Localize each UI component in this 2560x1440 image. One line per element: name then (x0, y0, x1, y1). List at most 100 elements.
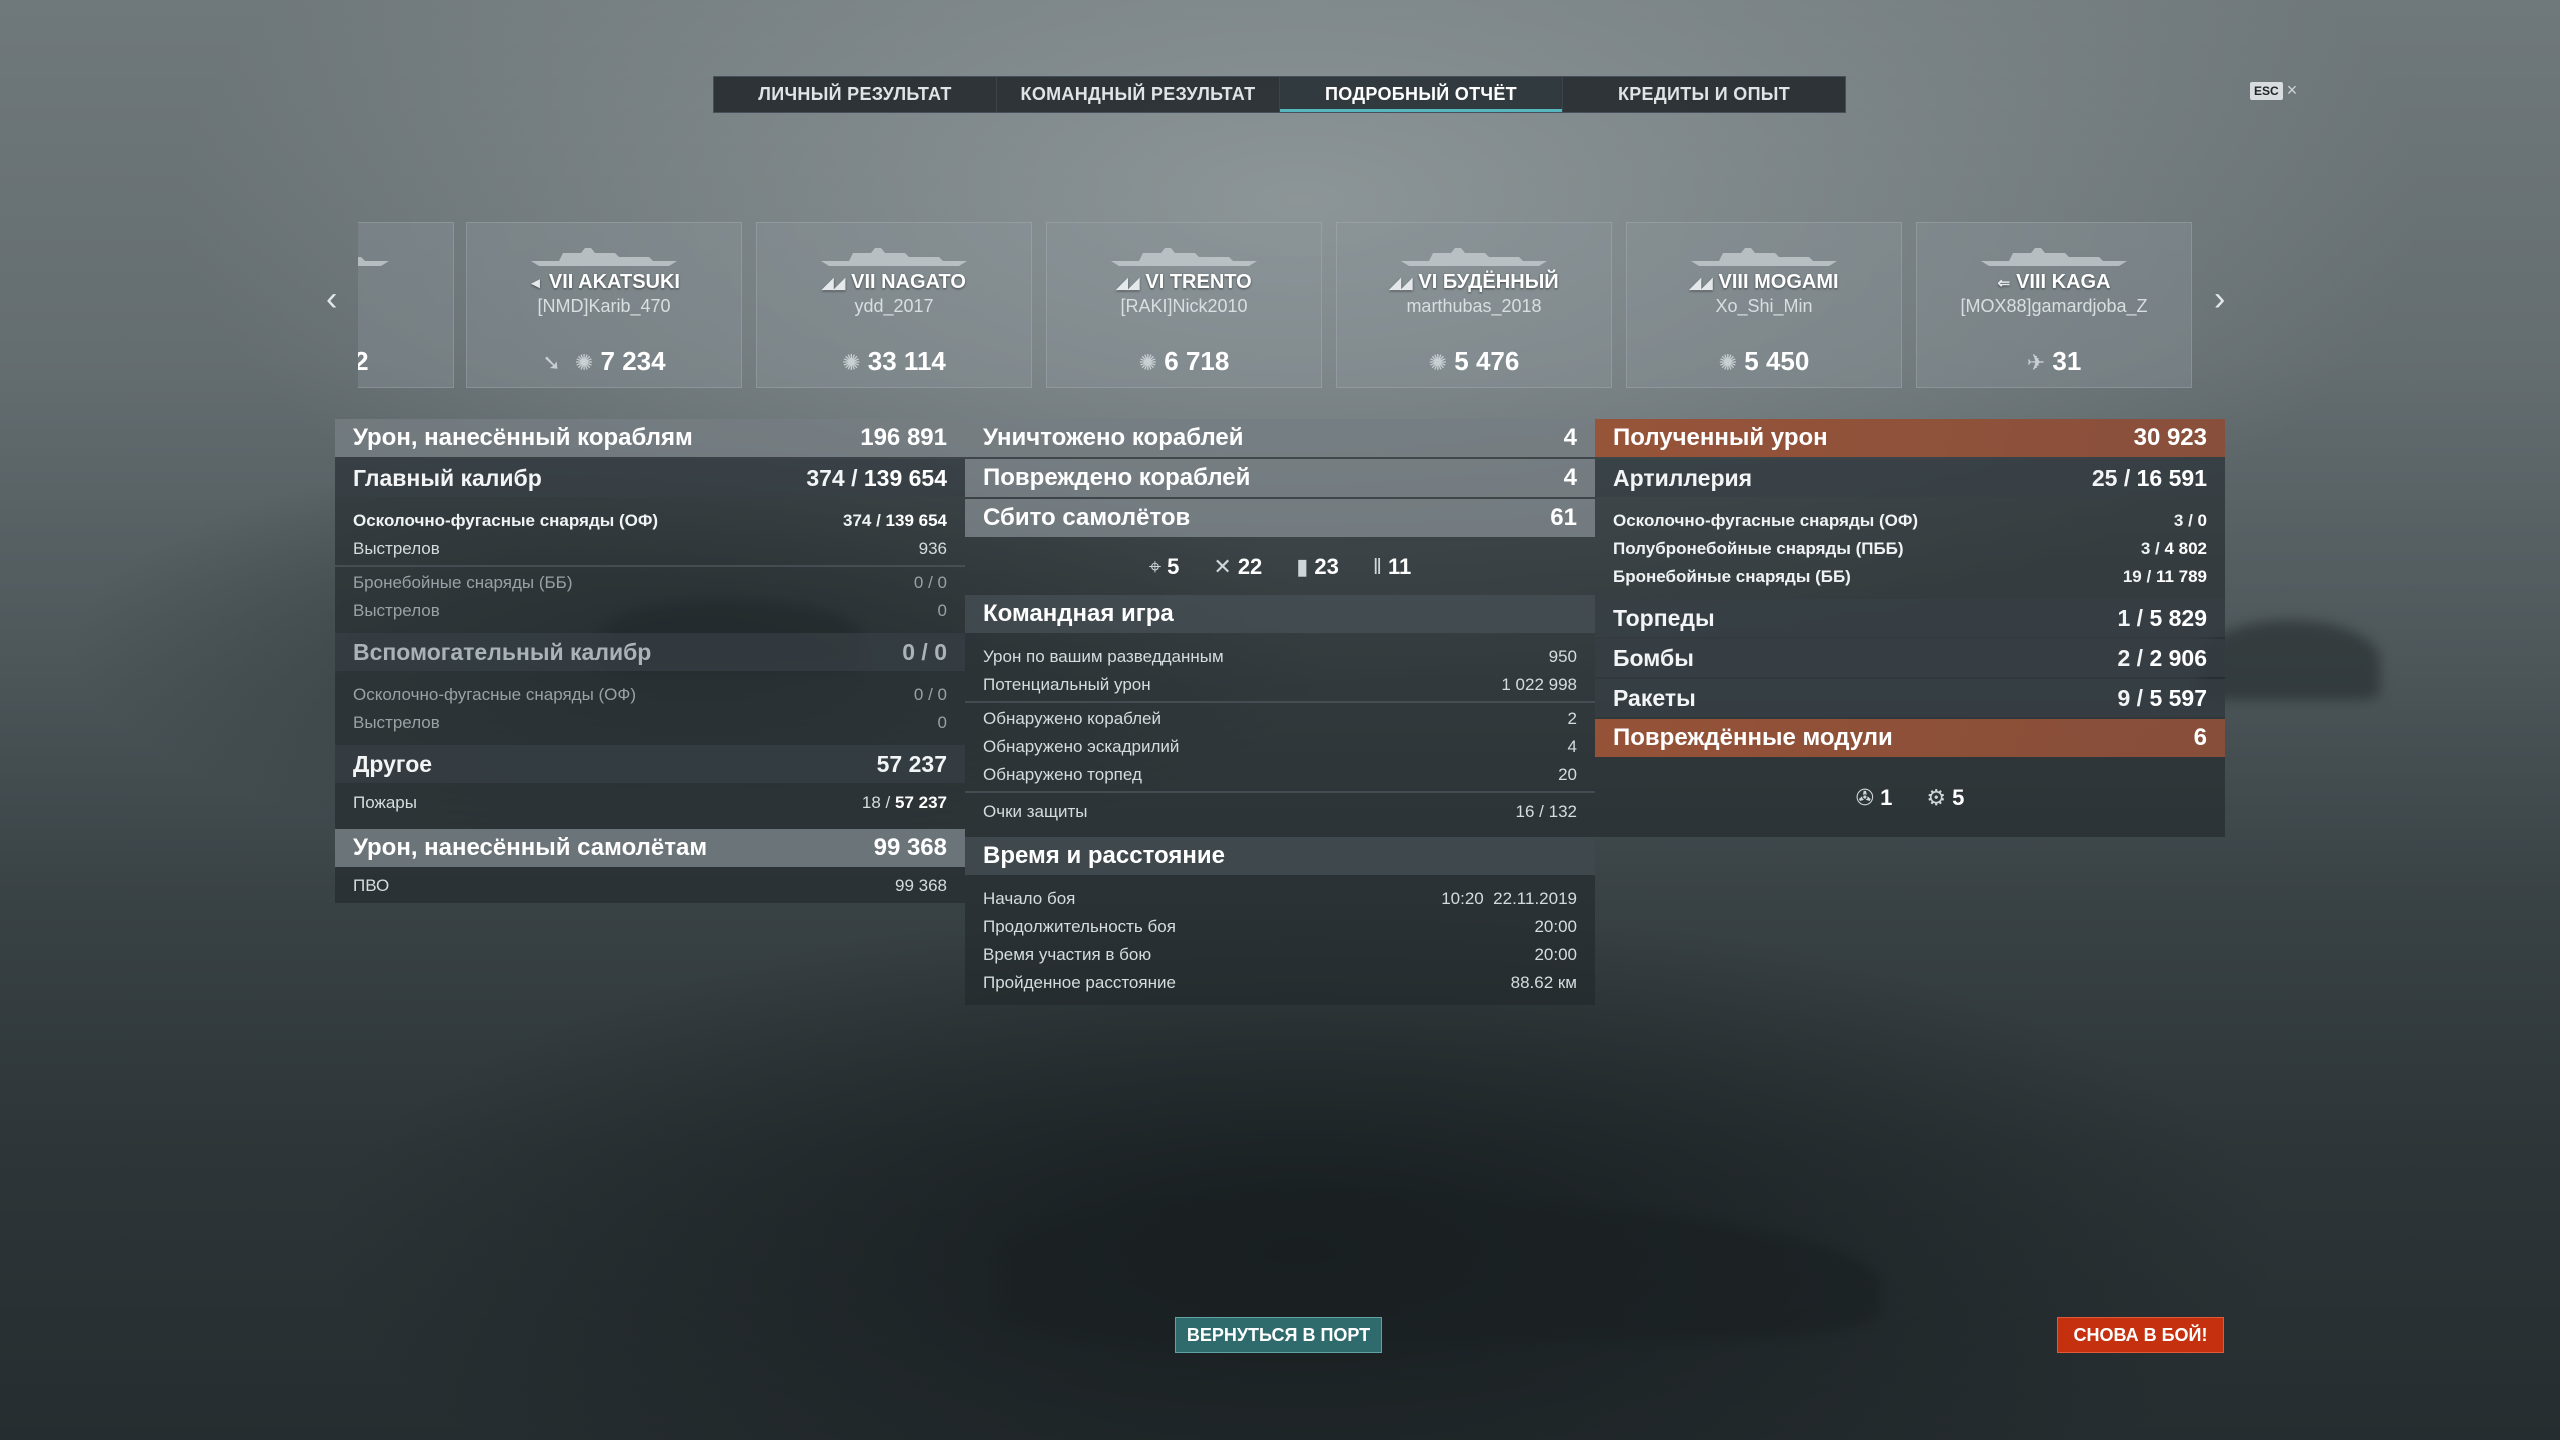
ship-card[interactable]: ⇐ VIII KAGA [MOX88]gamardjoba_Z ✈ 31 (1916, 222, 2192, 388)
value: 3 / 4 802 (2140, 539, 2207, 558)
label: Бомбы (1613, 644, 1694, 671)
player-name: Xo_Shi_Min (1715, 296, 1813, 316)
label: Время участия в бою (983, 945, 1152, 964)
fire-icon: ✺ (842, 350, 861, 375)
label: Обнаружено торпед (983, 765, 1142, 784)
ship-stat: ✺ 5 476 (1428, 346, 1520, 376)
rocket-icon: ‖ (1372, 554, 1382, 579)
fire-icon: ✺ (1718, 350, 1738, 375)
torpedo-icon: ➘ (542, 350, 561, 375)
value: 10:20 22.11.2019 (1441, 889, 1577, 908)
ship-silhouette-icon (1401, 248, 1547, 266)
value: 936 (918, 539, 947, 558)
ship-silhouette-icon (1981, 248, 2127, 266)
tab-team-result[interactable]: КОМАНДНЫЙ РЕЗУЛЬТАТ (997, 77, 1280, 112)
ship-stat: ✺ 6 718 (1138, 346, 1230, 376)
ship-carousel: DOHA ✺ 33 072 ◄VII AKATSUKI [NMD]Karib_470 ➘… (358, 222, 2195, 388)
steering-module-icon: ✇ (1855, 785, 1875, 810)
artillery-row: Артиллерия 25 / 16 591 (1595, 459, 2225, 497)
ship-silhouette (1000, 1200, 1880, 1340)
ship-stats: ✺ 33 072 (358, 346, 453, 377)
value: 374 / 139 654 (806, 464, 947, 491)
ship-name: ◄ VII AKATSUKI (528, 271, 680, 293)
carousel-prev-arrow-icon[interactable]: ‹ (326, 280, 337, 319)
plane-count-rocket: ‖ 11 (1372, 554, 1412, 579)
aa-row: ПВО 99 368 (335, 869, 965, 903)
value: 19 / 11 789 (2122, 567, 2207, 586)
ships-damaged-row: Повреждено кораблей 4 (965, 459, 1595, 497)
label: Сбито самолётов (983, 504, 1191, 531)
secondary-he-row: Осколочно-фугасные снаряды (ОФ) 0 / 0 (335, 681, 965, 709)
ships-destroyed-row: Уничтожено кораблей 4 (965, 419, 1595, 457)
secondary-caliber-row: Вспомогательный калибр 0 / 0 (335, 633, 965, 671)
ship-name: ◢◢ VI БУДЁННЫЙ (1389, 271, 1559, 293)
ship-card[interactable]: ◄ VII AKATSUKI [NMD]Karib_470 ➘ ✺ 7 234 (466, 222, 742, 388)
label: Пройденное расстояние (983, 973, 1176, 992)
label: Осколочно-фугасные снаряды (ОФ) (353, 685, 636, 704)
label: ПВО (353, 876, 390, 895)
esc-key-badge: ESC (2250, 81, 2283, 100)
ship-stats: ➘ ✺ 7 234 (467, 346, 741, 377)
value: 0 (937, 713, 947, 732)
torpedoes-row: Торпеды 1 / 5 829 (1595, 599, 2225, 637)
value: 1 022 998 (1501, 675, 1577, 694)
value: 20 (1558, 765, 1577, 784)
plane-count-fighter: ✕ 22 (1213, 554, 1263, 579)
main-he-shots-row: Выстрелов 936 (335, 535, 965, 563)
received-sap-row: Полубронебойные снаряды (ПББ) 3 / 4 802 (1595, 535, 2225, 563)
fire-icon: ✺ (574, 350, 594, 375)
label: Уничтожено кораблей (983, 424, 1244, 451)
tab-detailed-report[interactable]: ПОДРОБНЫЙ ОТЧЁТ (1280, 77, 1563, 112)
tab-personal-result[interactable]: ЛИЧНЫЙ РЕЗУЛЬТАТ (714, 77, 997, 112)
ship-card[interactable]: ◢◢ VII NAGATO ydd_2017 ✺ 33 114 (756, 222, 1032, 388)
player-name: [MOX88]gamardjoba_Z (1960, 296, 2148, 316)
value: 2 / 2 906 (2117, 644, 2207, 671)
defense-points-row: Очки защиты 16 / 132 (965, 795, 1595, 829)
label: Полубронебойные снаряды (ПББ) (1613, 539, 1904, 558)
label: Обнаружено эскадрилий (983, 737, 1180, 756)
module-count-steering: ✇ 1 (1855, 785, 1893, 810)
value: 30 923 (2133, 424, 2207, 451)
ship-card[interactable]: DOHA ✺ 33 072 (358, 222, 454, 388)
carousel-next-arrow-icon[interactable]: › (2214, 280, 2225, 319)
other-damage-row: Другое 57 237 (335, 745, 965, 783)
received-he-row: Осколочно-фугасные снаряды (ОФ) 3 / 0 (1595, 507, 2225, 535)
ship-stat: ✺ 7 234 (574, 346, 666, 376)
close-icon: × (2286, 80, 2298, 100)
ship-class-icon: ◢◢ (1116, 275, 1140, 292)
ship-card[interactable]: ◢◢ VI БУДЁННЫЙ marthubas_2018 ✺ 5 476 (1336, 222, 1612, 388)
value: 950 (1548, 647, 1577, 666)
label: Потенциальный урон (983, 675, 1151, 694)
label: Осколочно-фугасные снаряды (ОФ) (353, 511, 659, 530)
main-caliber-row: Главный калибр 374 / 139 654 (335, 459, 965, 497)
planes-shot-row: Сбито самолётов 61 (965, 499, 1595, 537)
spotting-damage-row: Урон по вашим разведданным 950 (965, 643, 1595, 671)
value: 61 (1550, 504, 1577, 531)
ship-stat: ✺ 33 114 (842, 346, 946, 376)
ship-class-icon: ◢◢ (822, 275, 846, 292)
label: Главный калибр (353, 464, 542, 491)
value: 9 / 5 597 (2117, 684, 2207, 711)
battle-start-row: Начало боя 10:20 22.11.2019 (965, 885, 1595, 913)
modules-breakdown: ✇ 1 ⚙ 5 (1595, 759, 2225, 837)
ship-card[interactable]: ◢◢ VI TRENTO [RAKI]Nick2010 ✺ 6 718 (1046, 222, 1322, 388)
label: Бронебойные снаряды (ББ) (1613, 567, 1851, 586)
label: Время и расстояние (983, 842, 1225, 869)
battle-again-button[interactable]: СНОВА В БОЙ! (2057, 1317, 2224, 1353)
label: Повреждённые модули (1613, 724, 1893, 751)
damage-to-planes-row: Урон, нанесённый самолётам 99 368 (335, 829, 965, 867)
value: 3 / 0 (2173, 511, 2207, 530)
damage-to-ships-row: Урон, нанесённый кораблям 196 891 (335, 419, 965, 457)
island-silhouette (2200, 620, 2380, 700)
label: Повреждено кораблей (983, 464, 1251, 491)
ship-name: D (358, 271, 453, 294)
ship-card[interactable]: ◢◢ VIII MOGAMI Xo_Shi_Min ✺ 5 450 (1626, 222, 1902, 388)
tab-credits-xp[interactable]: КРЕДИТЫ И ОПЫТ (1563, 77, 1845, 112)
ship-name: ◢◢ VIII MOGAMI (1689, 271, 1839, 293)
bombs-row: Бомбы 2 / 2 906 (1595, 639, 2225, 677)
close-button[interactable]: ESC × (2250, 80, 2297, 101)
ship-class-icon: ◢◢ (1689, 275, 1713, 292)
return-to-port-button[interactable]: ВЕРНУТЬСЯ В ПОРТ (1175, 1317, 1382, 1353)
ship-stat: ✺ 33 072 (358, 346, 369, 376)
main-ap-row: Бронебойные снаряды (ББ) 0 / 0 (335, 569, 965, 597)
